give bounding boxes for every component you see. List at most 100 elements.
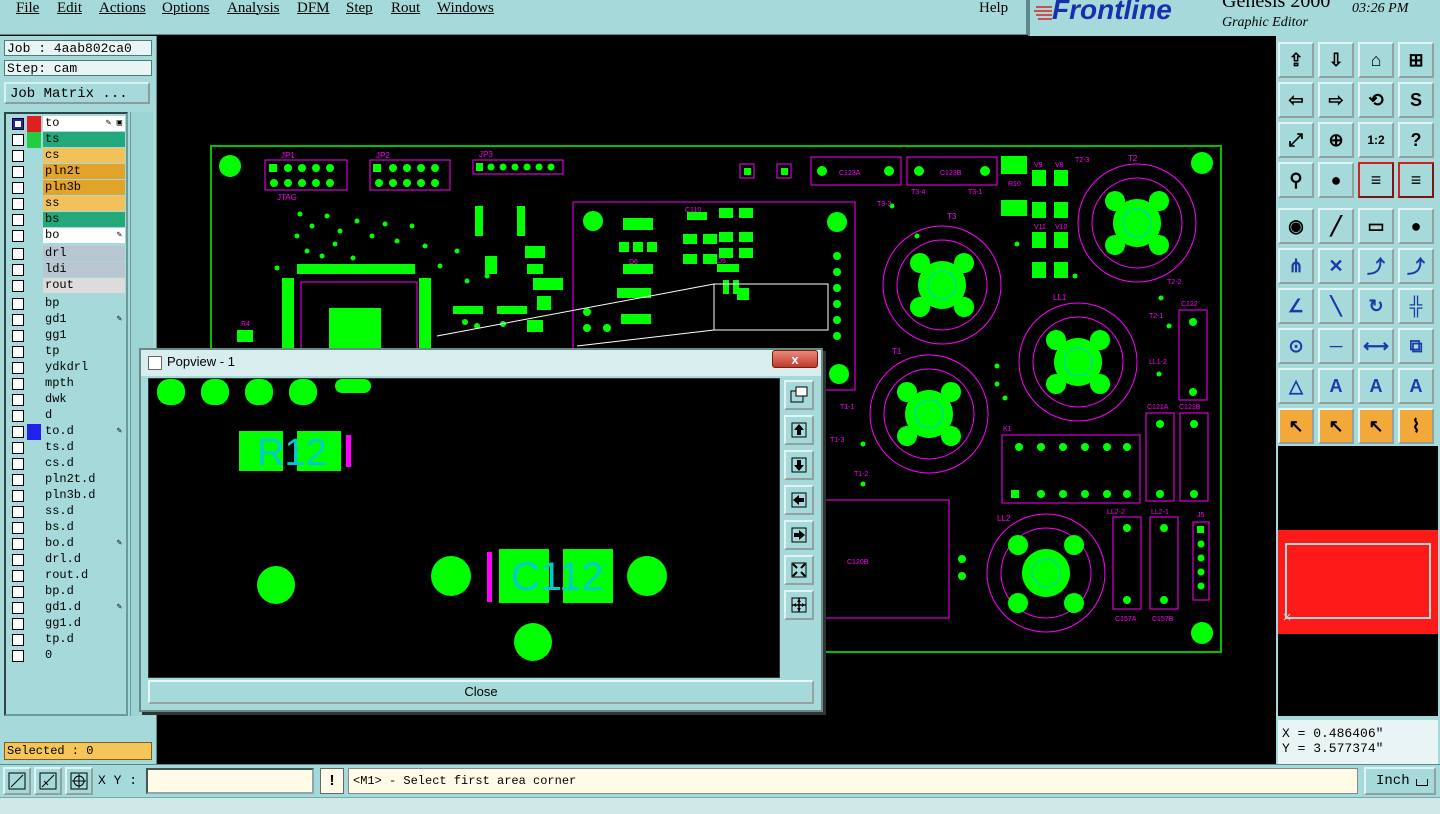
- layer-checkbox[interactable]: [12, 118, 24, 130]
- layer-name[interactable]: ts: [43, 132, 125, 147]
- home-icon[interactable]: ⇪: [1278, 42, 1314, 78]
- layer-name[interactable]: bo.d ✎: [43, 536, 125, 551]
- layer-row[interactable]: rout: [8, 278, 126, 294]
- polygon-b-icon[interactable]: A: [1398, 368, 1434, 404]
- layer-row[interactable]: pln2t: [8, 164, 126, 180]
- triangle-measure-icon[interactable]: △: [1278, 368, 1314, 404]
- layer-checkbox[interactable]: [12, 442, 24, 454]
- pad-dot-icon[interactable]: ●: [1398, 208, 1434, 244]
- layer-color-marker[interactable]: [27, 632, 41, 648]
- popview-zoom-in-icon[interactable]: [784, 590, 814, 620]
- layer-name[interactable]: bp.d: [43, 584, 125, 599]
- layer-name[interactable]: ss.d: [43, 504, 125, 519]
- layer-row[interactable]: pln3b: [8, 180, 126, 196]
- layer-row[interactable]: cs: [8, 148, 126, 164]
- layer-checkbox[interactable]: [12, 378, 24, 390]
- center-view-icon[interactable]: ⊕: [1318, 122, 1354, 158]
- measure-tool-icon[interactable]: [34, 767, 62, 795]
- layer-row[interactable]: cs.d: [8, 456, 126, 472]
- layer-row[interactable]: gd1.d ✎: [8, 600, 126, 616]
- layer-color-marker[interactable]: [27, 148, 41, 164]
- layer-color-marker[interactable]: [27, 648, 41, 664]
- popview-close-button[interactable]: Close: [148, 680, 814, 704]
- layer-checkbox[interactable]: [12, 410, 24, 422]
- layer-checkbox[interactable]: [12, 280, 24, 292]
- popview-canvas[interactable]: R12 C112: [148, 378, 780, 678]
- menu-windows[interactable]: Windows: [437, 0, 494, 17]
- layer-row[interactable]: to.d ✎: [8, 424, 126, 440]
- job-matrix-button[interactable]: Job Matrix ...: [4, 82, 150, 104]
- pointer-select-icon[interactable]: ↖: [1278, 408, 1314, 444]
- popview-pan-down-icon[interactable]: [784, 450, 814, 480]
- fit-screen-icon[interactable]: ⤢: [1278, 122, 1314, 158]
- layer-name[interactable]: ldi: [43, 262, 125, 277]
- layer-color-marker[interactable]: [27, 116, 41, 132]
- menu-step[interactable]: Step: [346, 0, 373, 17]
- layer-row[interactable]: tp: [8, 344, 126, 360]
- layer-checkbox[interactable]: [12, 586, 24, 598]
- layer-checkbox[interactable]: [12, 248, 24, 260]
- layer-name[interactable]: cs: [43, 148, 125, 163]
- layer-color-marker[interactable]: [27, 246, 41, 262]
- layer-color-marker[interactable]: [27, 312, 41, 328]
- layer-red-2-icon[interactable]: ≡: [1398, 162, 1434, 198]
- step-out-icon[interactable]: ⇩: [1318, 42, 1354, 78]
- layer-name[interactable]: d: [43, 408, 125, 423]
- layer-color-marker[interactable]: [27, 600, 41, 616]
- layer-row[interactable]: ss.d: [8, 504, 126, 520]
- layer-checkbox[interactable]: [12, 346, 24, 358]
- layer-name[interactable]: pln3b: [43, 180, 125, 195]
- layer-row[interactable]: ldi: [8, 262, 126, 278]
- layer-name[interactable]: mpth: [43, 376, 125, 391]
- layer-color-marker[interactable]: [27, 180, 41, 196]
- layer-checkbox[interactable]: [12, 490, 24, 502]
- layer-color-marker[interactable]: [27, 212, 41, 228]
- layer-checkbox[interactable]: [12, 554, 24, 566]
- layer-color-marker[interactable]: [27, 440, 41, 456]
- layer-checkbox[interactable]: [12, 214, 24, 226]
- node-connect-icon[interactable]: ⋔: [1278, 248, 1314, 284]
- popview-pan-up-icon[interactable]: [784, 415, 814, 445]
- menu-dfm[interactable]: DFM: [297, 0, 330, 17]
- layer-name[interactable]: bs: [43, 212, 125, 227]
- pad-add-icon[interactable]: ⊙: [1278, 328, 1314, 364]
- house-icon[interactable]: ⌂: [1358, 42, 1394, 78]
- layer-name[interactable]: bp: [43, 296, 125, 311]
- layer-row[interactable]: 0: [8, 648, 126, 664]
- layer-row[interactable]: bo.d ✎: [8, 536, 126, 552]
- layer-row[interactable]: to ✎ ▣: [8, 116, 126, 132]
- xy-input[interactable]: [146, 768, 314, 794]
- layer-color-marker[interactable]: [27, 568, 41, 584]
- layer-color-marker[interactable]: [27, 520, 41, 536]
- triangle-a-icon[interactable]: A: [1318, 368, 1354, 404]
- layer-row[interactable]: gg1: [8, 328, 126, 344]
- layer-row[interactable]: pln3b.d: [8, 488, 126, 504]
- layer-checkbox[interactable]: [12, 570, 24, 582]
- layer-checkbox[interactable]: [12, 394, 24, 406]
- line-angle-icon[interactable]: ∠: [1278, 288, 1314, 324]
- layer-name[interactable]: tp.d: [43, 632, 125, 647]
- layer-color-marker[interactable]: [27, 536, 41, 552]
- split-view-icon[interactable]: ⊞: [1398, 42, 1434, 78]
- pointer-path-icon[interactable]: ⌇: [1398, 408, 1434, 444]
- layer-color-marker[interactable]: [27, 132, 41, 148]
- layer-color-marker[interactable]: [27, 278, 41, 294]
- popview-titlebar[interactable]: Popview - 1 x: [141, 350, 821, 376]
- shape-cluster-icon[interactable]: ⧉: [1398, 328, 1434, 364]
- layer-row[interactable]: bp.d: [8, 584, 126, 600]
- layer-row[interactable]: ts: [8, 132, 126, 148]
- layer-red-icon[interactable]: ≡: [1358, 162, 1394, 198]
- select-object-icon[interactable]: ◉: [1278, 208, 1314, 244]
- layer-color-marker[interactable]: [27, 164, 41, 180]
- help-icon[interactable]: ?: [1398, 122, 1434, 158]
- layer-name[interactable]: drl: [43, 246, 125, 261]
- layer-name[interactable]: ydkdrl: [43, 360, 125, 375]
- popview-pan-right-icon[interactable]: [784, 520, 814, 550]
- menu-help[interactable]: Help: [979, 0, 1008, 17]
- layer-name[interactable]: cs.d: [43, 456, 125, 471]
- layer-row[interactable]: d: [8, 408, 126, 424]
- layer-row[interactable]: bp: [8, 296, 126, 312]
- open-left-icon[interactable]: ⇦: [1278, 82, 1314, 118]
- layer-color-marker[interactable]: [27, 392, 41, 408]
- snap-pin-icon[interactable]: ●: [1318, 162, 1354, 198]
